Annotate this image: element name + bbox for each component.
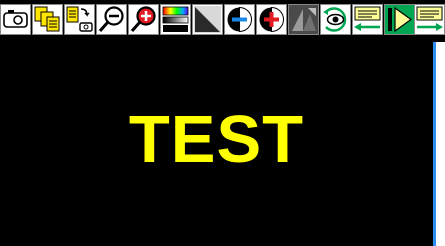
contrast-increase-icon <box>256 4 287 35</box>
grey-triangles-icon <box>288 4 319 35</box>
contrast-decrease-icon <box>224 4 255 35</box>
previous-step-icon <box>352 4 383 35</box>
scrollbar-track[interactable] <box>433 42 436 246</box>
contrast-increase-button[interactable] <box>256 4 287 35</box>
contrast-decrease-button[interactable] <box>224 4 255 35</box>
page-to-camera-button[interactable] <box>64 4 95 35</box>
play-icon <box>384 4 415 35</box>
previous-step-button[interactable] <box>352 4 383 35</box>
triangle-select-button[interactable] <box>192 4 223 35</box>
camera-icon <box>0 4 31 35</box>
next-step-icon <box>414 4 445 35</box>
grey-triangles-button[interactable] <box>288 4 319 35</box>
canvas-text: TEST <box>128 102 305 177</box>
next-step-button[interactable] <box>414 4 445 35</box>
toolbar <box>0 0 445 42</box>
camera-button[interactable] <box>0 4 31 35</box>
zoom-out-button[interactable] <box>96 4 127 35</box>
triangle-select-icon <box>192 4 223 35</box>
color-scale-icon <box>160 4 191 35</box>
zoom-in-icon <box>128 4 159 35</box>
display-canvas[interactable]: TEST <box>0 42 433 246</box>
eye-view-button[interactable] <box>320 4 351 35</box>
zoom-out-icon <box>96 4 127 35</box>
page-to-camera-icon <box>64 4 95 35</box>
play-button[interactable] <box>384 4 415 35</box>
multiple-pages-icon <box>32 4 63 35</box>
zoom-in-button[interactable] <box>128 4 159 35</box>
color-scale-button[interactable] <box>160 4 191 35</box>
multiple-pages-button[interactable] <box>32 4 63 35</box>
eye-view-icon <box>320 4 351 35</box>
